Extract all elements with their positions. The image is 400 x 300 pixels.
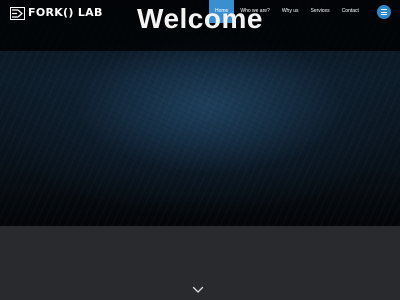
- hero-title: Welcome: [137, 3, 263, 34]
- chevron-down-icon[interactable]: [192, 286, 204, 294]
